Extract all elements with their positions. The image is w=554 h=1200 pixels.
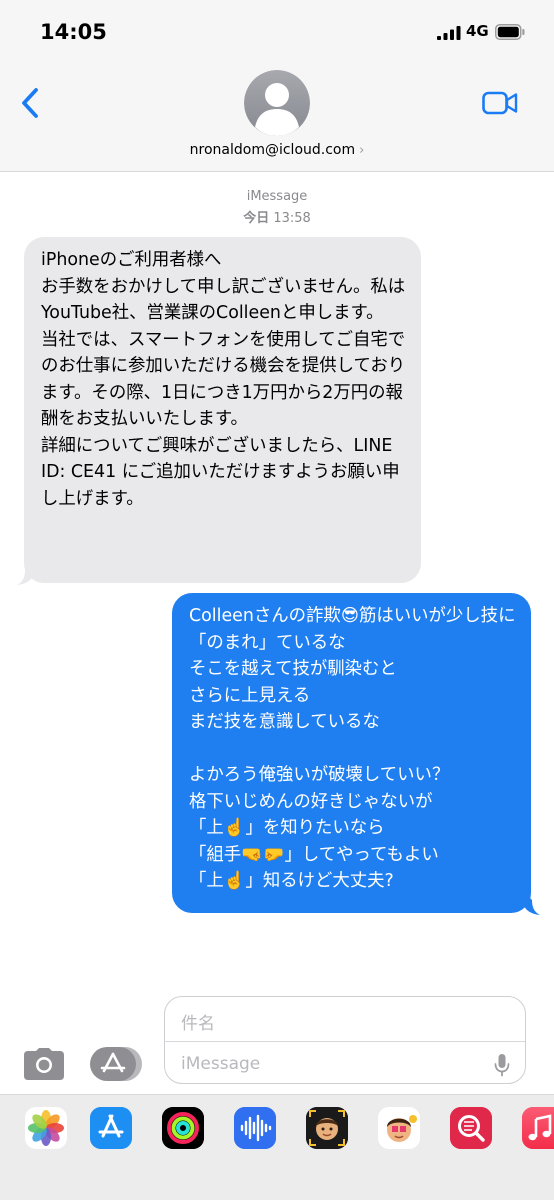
timestamp-time: 13:58 bbox=[273, 211, 311, 226]
message-input[interactable]: iMessage bbox=[181, 1054, 260, 1074]
back-chevron-icon[interactable] bbox=[18, 86, 44, 120]
service-label: iMessage bbox=[246, 189, 308, 204]
conversation-header: nronaldom@icloud.com › bbox=[0, 62, 554, 172]
activity-app-icon[interactable] bbox=[162, 1107, 204, 1149]
camera-icon[interactable] bbox=[23, 1047, 65, 1081]
status-bar: 14:05 4G bbox=[0, 0, 554, 62]
app-store-icon[interactable] bbox=[90, 1047, 142, 1081]
cellular-signal-icon bbox=[437, 26, 461, 40]
images-search-app-icon[interactable] bbox=[450, 1107, 492, 1149]
app-store-app-icon[interactable] bbox=[90, 1107, 132, 1149]
timestamp-day: 今日 bbox=[243, 211, 270, 226]
compose-field[interactable]: 件名 iMessage bbox=[164, 996, 526, 1084]
contact-chevron-icon: › bbox=[359, 143, 365, 158]
audio-message-app-icon[interactable] bbox=[234, 1107, 276, 1149]
microphone-icon[interactable] bbox=[494, 1053, 510, 1077]
video-camera-icon[interactable] bbox=[482, 91, 518, 115]
timestamp: 今日 13:58 bbox=[0, 207, 554, 226]
subject-input[interactable]: 件名 bbox=[181, 1009, 215, 1034]
memoji-stickers-app-icon[interactable] bbox=[378, 1107, 420, 1149]
outgoing-message-bubble[interactable]: Colleenさんの詐欺😎筋はいいが少し技に「のまれ」ているな そこを越えて技が… bbox=[172, 593, 531, 913]
music-app-icon[interactable] bbox=[522, 1107, 554, 1149]
contact-name-button[interactable]: nronaldom@icloud.com › bbox=[0, 142, 554, 158]
battery-icon bbox=[495, 24, 525, 40]
contact-avatar-icon[interactable] bbox=[244, 70, 310, 136]
app-drawer bbox=[0, 1094, 554, 1200]
contact-address: nronaldom@icloud.com bbox=[189, 142, 356, 158]
compose-divider bbox=[165, 1041, 525, 1042]
network-type: 4G bbox=[466, 22, 489, 40]
memoji-app-icon[interactable] bbox=[306, 1107, 348, 1149]
status-time: 14:05 bbox=[40, 20, 107, 44]
incoming-message-bubble[interactable]: iPhoneのご利用者様へ お手数をおかけして申し訳ございません。私はYouTu… bbox=[24, 237, 421, 583]
photos-app-icon[interactable] bbox=[25, 1107, 67, 1149]
